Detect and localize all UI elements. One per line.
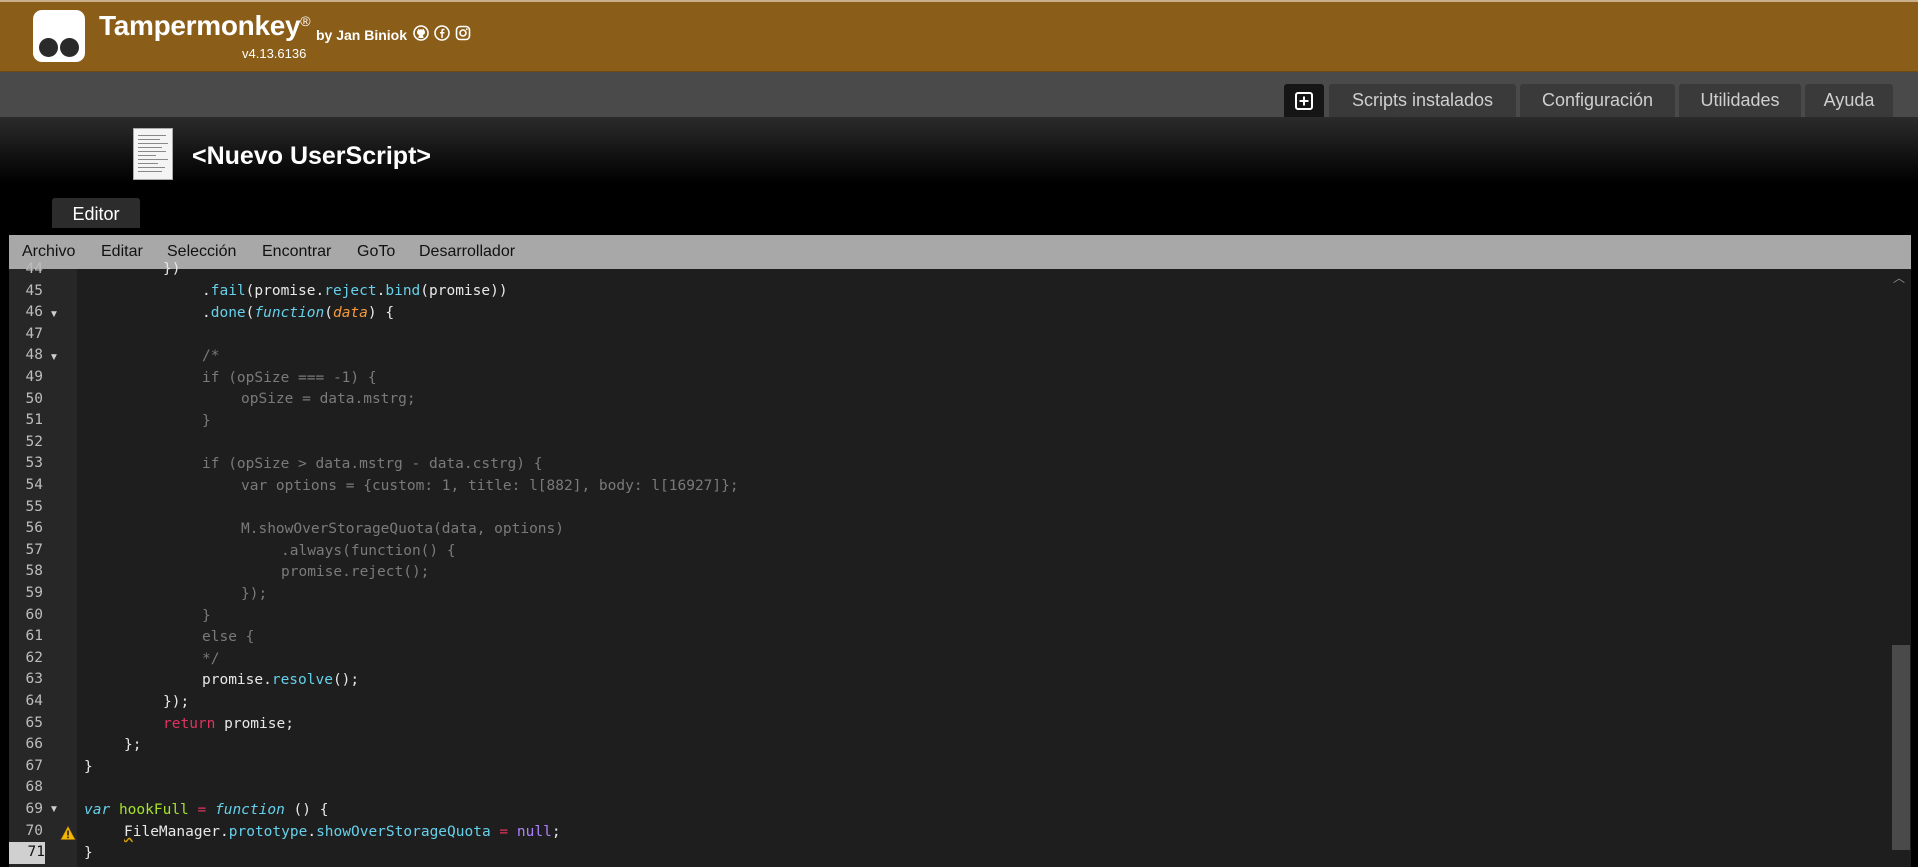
code-line: opSize = data.mstrg; (241, 391, 416, 407)
tab-help[interactable]: Ayuda (1805, 84, 1893, 117)
tab-settings[interactable]: Configuración (1520, 84, 1675, 117)
tab-installed-scripts[interactable]: Scripts instalados (1329, 84, 1516, 117)
instagram-icon[interactable] (455, 25, 471, 41)
github-icon[interactable] (413, 25, 429, 41)
code-line: */ (202, 651, 220, 667)
menu-find[interactable]: Encontrar (262, 235, 331, 269)
line-number: 54 (25, 477, 43, 493)
line-number: 56 (25, 520, 43, 537)
tab-editor[interactable]: Editor (52, 198, 140, 228)
line-number: 59 (25, 585, 43, 601)
line-number: 47 (25, 325, 43, 342)
menu-developer[interactable]: Desarrollador (419, 235, 515, 269)
code-line: /* (202, 348, 220, 364)
menu-edit[interactable]: Editar (101, 235, 143, 269)
plus-box-icon (1295, 92, 1313, 110)
scrollbar-thumb[interactable] (1892, 645, 1910, 850)
code-line: } (202, 608, 211, 624)
fold-toggle-icon[interactable]: ▼ (49, 304, 59, 326)
code-line: } (84, 845, 93, 861)
line-number: 44 (25, 261, 43, 277)
code-line: }); (163, 694, 190, 710)
line-number: 60 (25, 606, 43, 623)
code-line: var options = {custom: 1, title: l[882],… (241, 478, 739, 494)
code-line: promise.resolve(); (202, 672, 360, 688)
code-line: if (opSize === -1) { (202, 370, 377, 386)
line-number: 65 (25, 714, 43, 731)
line-number: 55 (25, 498, 43, 515)
code-line: FileManager.prototype.showOverStorageQuo… (124, 824, 561, 840)
code-line: }) (163, 261, 181, 277)
line-number: 61 (25, 628, 43, 645)
code-line: var hookFull = function () { (84, 802, 329, 818)
code-line: else { (202, 629, 255, 645)
menu-goto[interactable]: GoTo (357, 235, 395, 269)
fold-toggle-icon[interactable]: ▼ (49, 799, 59, 821)
line-number: 50 (25, 390, 43, 407)
facebook-icon[interactable] (434, 25, 450, 41)
line-number: 52 (25, 433, 43, 450)
line-number: 70 (25, 822, 43, 839)
code-line: if (opSize > data.mstrg - data.cstrg) { (202, 456, 543, 472)
code-line: return promise; (163, 716, 294, 732)
app-title: Tampermonkey® (99, 10, 311, 41)
line-number: 58 (25, 563, 43, 580)
logo-eye-left (39, 38, 58, 57)
code-line: M.showOverStorageQuota(data, options) (241, 521, 565, 537)
line-number: 48 (25, 347, 43, 364)
code-line: } (84, 759, 93, 775)
warning-icon[interactable] (60, 825, 76, 841)
tampermonkey-logo-icon[interactable] (33, 10, 85, 62)
app-version: v4.13.6136 (242, 46, 307, 61)
fold-toggle-icon[interactable]: ▼ (49, 347, 59, 369)
script-document-icon (133, 128, 173, 180)
code-line: .done(function(data) { (202, 305, 395, 321)
author-byline: by Jan Biniok (316, 27, 408, 43)
script-header (0, 117, 1918, 227)
scroll-up-icon[interactable]: ︿ (1893, 272, 1907, 284)
line-number: 53 (25, 455, 43, 472)
line-number: 45 (25, 282, 43, 299)
logo-eye-right (60, 38, 79, 57)
line-number: 66 (25, 736, 43, 753)
line-number: 57 (25, 541, 43, 558)
code-line: }); (241, 586, 268, 602)
line-number: 68 (25, 779, 43, 796)
new-script-tab[interactable] (1284, 84, 1324, 117)
code-line: promise.reject(); (281, 564, 430, 580)
code-line: .fail(promise.reject.bind(promise)) (202, 283, 508, 299)
line-number: 63 (25, 671, 43, 688)
line-number: 64 (25, 693, 43, 709)
script-title: <Nuevo UserScript> (192, 142, 431, 170)
line-number: 67 (25, 757, 43, 774)
code-line: }; (124, 737, 142, 753)
line-number: 51 (25, 412, 43, 429)
tab-utilities[interactable]: Utilidades (1679, 84, 1801, 117)
code-line: .always(function() { (281, 543, 456, 559)
line-number: 46 (25, 304, 43, 321)
line-number: 69 (25, 801, 43, 817)
code-line: } (202, 413, 211, 429)
line-number: 62 (25, 649, 43, 666)
line-number: 71 (9, 842, 45, 864)
line-number: 49 (25, 369, 43, 385)
